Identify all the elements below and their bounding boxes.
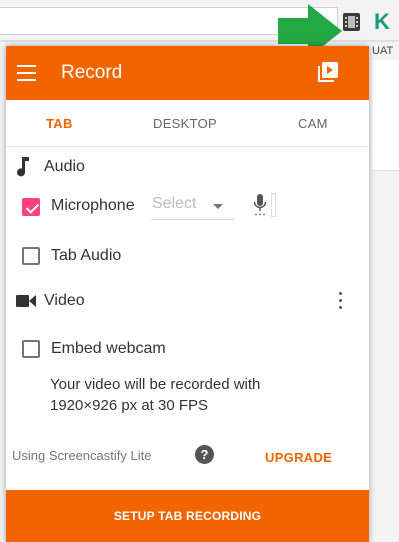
page-background <box>372 60 399 171</box>
tab-desktop[interactable]: DESKTOP <box>153 116 217 131</box>
tab-tab[interactable]: TAB <box>46 116 73 131</box>
microphone-select-value: Select <box>152 195 197 212</box>
screencastify-extension-icon[interactable] <box>343 13 360 31</box>
upgrade-button[interactable]: UPGRADE <box>265 450 332 465</box>
embed-webcam-checkbox[interactable] <box>22 340 40 358</box>
music-note-icon <box>17 157 29 177</box>
microphone-label[interactable]: Microphone <box>51 197 135 215</box>
more-vert-icon[interactable] <box>339 292 343 310</box>
mode-tabs: TAB DESKTOP CAM <box>6 100 369 147</box>
popup-title: Record <box>61 62 123 83</box>
video-library-icon[interactable] <box>317 61 339 83</box>
microphone-select[interactable]: Select <box>151 193 234 220</box>
recording-info-text: Your video will be recorded with 1920×92… <box>50 374 260 416</box>
microphone-checkbox[interactable] <box>22 198 40 216</box>
bookmark-uat[interactable]: UAT <box>372 45 393 57</box>
setup-tab-recording-button[interactable]: SETUP TAB RECORDING <box>6 490 369 542</box>
help-icon[interactable]: ? <box>195 445 214 464</box>
audio-section-label: Audio <box>44 158 85 175</box>
recording-info-line-2: 1920×926 px at 30 FPS <box>50 397 209 414</box>
chevron-down-icon <box>213 204 223 209</box>
tab-cam[interactable]: CAM <box>298 116 328 131</box>
microphone-level-meter <box>271 193 276 217</box>
microphone-icon[interactable] <box>253 193 267 217</box>
video-section-label: Video <box>44 292 85 309</box>
tab-audio-checkbox[interactable] <box>22 247 40 265</box>
lite-version-text: Using Screencastify Lite <box>12 448 152 463</box>
extension-k-icon[interactable]: K <box>374 9 390 35</box>
videocam-icon <box>16 295 36 307</box>
tab-audio-label[interactable]: Tab Audio <box>51 247 121 265</box>
embed-webcam-label[interactable]: Embed webcam <box>51 340 166 358</box>
recording-info-line-1: Your video will be recorded with <box>50 376 261 393</box>
hamburger-menu-icon[interactable] <box>17 65 36 81</box>
popup-header: Record <box>6 46 369 100</box>
screencastify-popup: Record TAB DESKTOP CAM Audio Microphone … <box>6 46 369 542</box>
